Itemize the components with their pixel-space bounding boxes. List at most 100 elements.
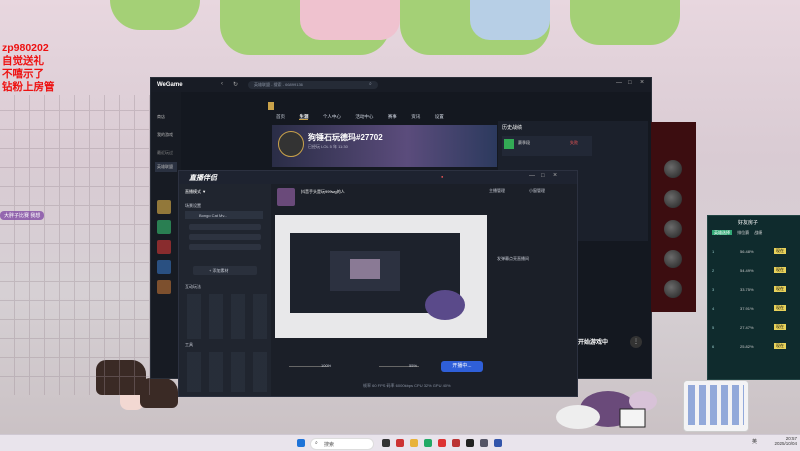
rank-tab[interactable]: 英雄选择	[712, 230, 732, 235]
app-icon[interactable]	[480, 439, 488, 447]
background-top	[300, 0, 400, 40]
tools-label: 工具	[185, 342, 193, 347]
cow-mascot	[556, 391, 657, 429]
back-icon[interactable]: ‹	[221, 81, 223, 87]
mixer-knob[interactable]	[664, 250, 682, 268]
overlay-line: 钻粉上房管	[2, 81, 55, 93]
tab-events[interactable]: 活动中心	[355, 114, 373, 119]
chat-placeholder: 发弹幕点亮直播间	[497, 256, 529, 261]
rank-row[interactable]: 1 56.48% 现在	[712, 244, 796, 263]
sidebar-item-mygames[interactable]: 我的游戏	[157, 132, 173, 138]
rank-row[interactable]: 2 54.49% 现在	[712, 263, 796, 282]
clock[interactable]: 20:57 2025/10/04	[763, 436, 797, 446]
app-icon[interactable]	[424, 439, 432, 447]
player-name: 狗锤石玩德玛#27702	[308, 133, 383, 142]
maximize-icon[interactable]: □	[541, 173, 545, 179]
preview-thumbnail	[350, 259, 380, 279]
rank-panel: 好友房子 英雄选择 排位赛 战绩 1 56.48% 现在 2 54.49% 现在…	[707, 215, 800, 380]
stream-preview[interactable]	[275, 215, 487, 338]
app-icon[interactable]	[382, 439, 390, 447]
minimize-icon[interactable]: —	[529, 173, 535, 179]
mixer-knob[interactable]	[664, 160, 682, 178]
wegame-titlebar[interactable]: WeGame ‹ ↻ 英雄联盟 - 搜索 - 66899136 ⌕ — □ ×	[151, 78, 651, 92]
stream-cover[interactable]	[277, 188, 295, 206]
tab-profile[interactable]: 个人中心	[323, 114, 341, 119]
recent-match-row[interactable]: 赛季段 失败	[502, 136, 592, 156]
background-top	[470, 0, 550, 40]
volume-bar[interactable]: 100% 55%	[279, 361, 459, 371]
wegame-search-input[interactable]: 英雄联盟 - 搜索 - 66899136 ⌕	[248, 81, 378, 89]
game-icon[interactable]	[157, 240, 171, 254]
more-icon[interactable]: ⋮	[630, 336, 642, 348]
source-item[interactable]	[189, 224, 261, 230]
game-icon[interactable]	[157, 200, 171, 214]
anchor-manage-link[interactable]: 主播管理	[489, 188, 505, 194]
mode-dropdown[interactable]: 直播模式 ▼	[185, 189, 206, 195]
go-live-button[interactable]: 开播中...	[441, 361, 483, 372]
scene-source-item[interactable]: Bongo Cat Mv...	[185, 211, 263, 219]
sidebar-item-lol[interactable]: 英雄联盟	[155, 162, 177, 172]
add-source-button[interactable]: + 添加素材	[193, 266, 257, 275]
live-titlebar[interactable]: 直播伴侣 ● — □ ×	[179, 171, 577, 184]
lol-logo-icon	[268, 102, 274, 110]
refresh-icon[interactable]: ↻	[233, 81, 238, 88]
search-icon[interactable]: ⌕	[369, 81, 372, 87]
player-avatar	[278, 131, 304, 157]
rank-tab[interactable]: 排位赛	[737, 230, 749, 235]
app-icon[interactable]	[438, 439, 446, 447]
sidebar-label-recent: 最近玩过	[157, 150, 173, 155]
tab-career[interactable]: 生涯	[299, 114, 309, 120]
player-subtitle: 已经玩 LOL 5 年 11:30	[308, 144, 348, 149]
game-icon[interactable]	[157, 220, 171, 234]
chat-danmaku: 大胖子比赛 我想	[0, 211, 45, 220]
tray-icons[interactable]	[688, 385, 744, 425]
source-item[interactable]	[189, 234, 261, 240]
rank-row[interactable]: 6 25.82% 现在	[712, 339, 796, 358]
bongo-cat-overlay	[425, 290, 465, 320]
source-item[interactable]	[189, 244, 261, 250]
rank-tab[interactable]: 战绩	[754, 230, 762, 235]
rank-list: 1 56.48% 现在 2 54.49% 现在 3 33.75% 现在 4 37…	[712, 244, 796, 358]
tab-news[interactable]: 资讯	[411, 114, 420, 119]
live-app-title: 直播伴侣	[189, 175, 217, 182]
wegame-logo: WeGame	[157, 82, 183, 88]
game-icon[interactable]	[157, 280, 171, 294]
stream-title[interactable]: 抖音手头是玩999wg的人	[301, 189, 345, 195]
rank-title: 好友房子	[738, 220, 759, 226]
live-assistant-window[interactable]: 直播伴侣 ● — □ × 直播模式 ▼ 场景设置 Bongo Cat Mv...…	[178, 170, 578, 397]
mixer-knob[interactable]	[664, 190, 682, 208]
start-icon[interactable]	[297, 439, 305, 447]
taskbar-search-input[interactable]: ⌕ 搜索	[310, 438, 374, 450]
maximize-icon[interactable]: □	[628, 80, 632, 86]
interact-grid[interactable]	[187, 294, 267, 339]
close-icon[interactable]: ×	[640, 79, 644, 86]
mixer-knob[interactable]	[664, 220, 682, 238]
overlay-line: 不嘻示了	[2, 68, 44, 80]
record-indicator: ●	[441, 174, 444, 179]
start-game-button[interactable]: 开始游戏中 ⋮	[572, 333, 642, 349]
rank-row[interactable]: 4 37.91% 现在	[712, 301, 796, 320]
rank-row[interactable]: 5 27.47% 现在	[712, 320, 796, 339]
interact-label: 互动玩法	[185, 284, 201, 289]
app-icon[interactable]	[466, 439, 474, 447]
sidebar-item-store[interactable]: 商店	[157, 114, 165, 120]
tray-overflow-popup	[683, 380, 749, 432]
rank-row[interactable]: 3 33.75% 现在	[712, 282, 796, 301]
tab-esports[interactable]: 赛事	[388, 114, 397, 119]
tools-grid[interactable]	[187, 352, 267, 392]
close-icon[interactable]: ×	[553, 172, 557, 179]
tab-settings[interactable]: 设置	[435, 114, 444, 119]
tab-home[interactable]: 首页	[276, 114, 285, 119]
app-icon[interactable]	[396, 439, 404, 447]
language-indicator[interactable]: 英	[752, 438, 757, 445]
app-icon[interactable]	[494, 439, 502, 447]
game-icon[interactable]	[157, 260, 171, 274]
app-icon[interactable]	[410, 439, 418, 447]
minimize-icon[interactable]: —	[616, 80, 622, 86]
desktop-icons	[0, 95, 150, 395]
live-left-panel: 直播模式 ▼ 场景设置 Bongo Cat Mv... + 添加素材 互动玩法 …	[179, 184, 271, 396]
mixer-knob[interactable]	[664, 280, 682, 298]
overlay-line: zp980202	[2, 42, 49, 54]
app-icon[interactable]	[452, 439, 460, 447]
window-manage-link[interactable]: 小窗管理	[529, 188, 545, 194]
